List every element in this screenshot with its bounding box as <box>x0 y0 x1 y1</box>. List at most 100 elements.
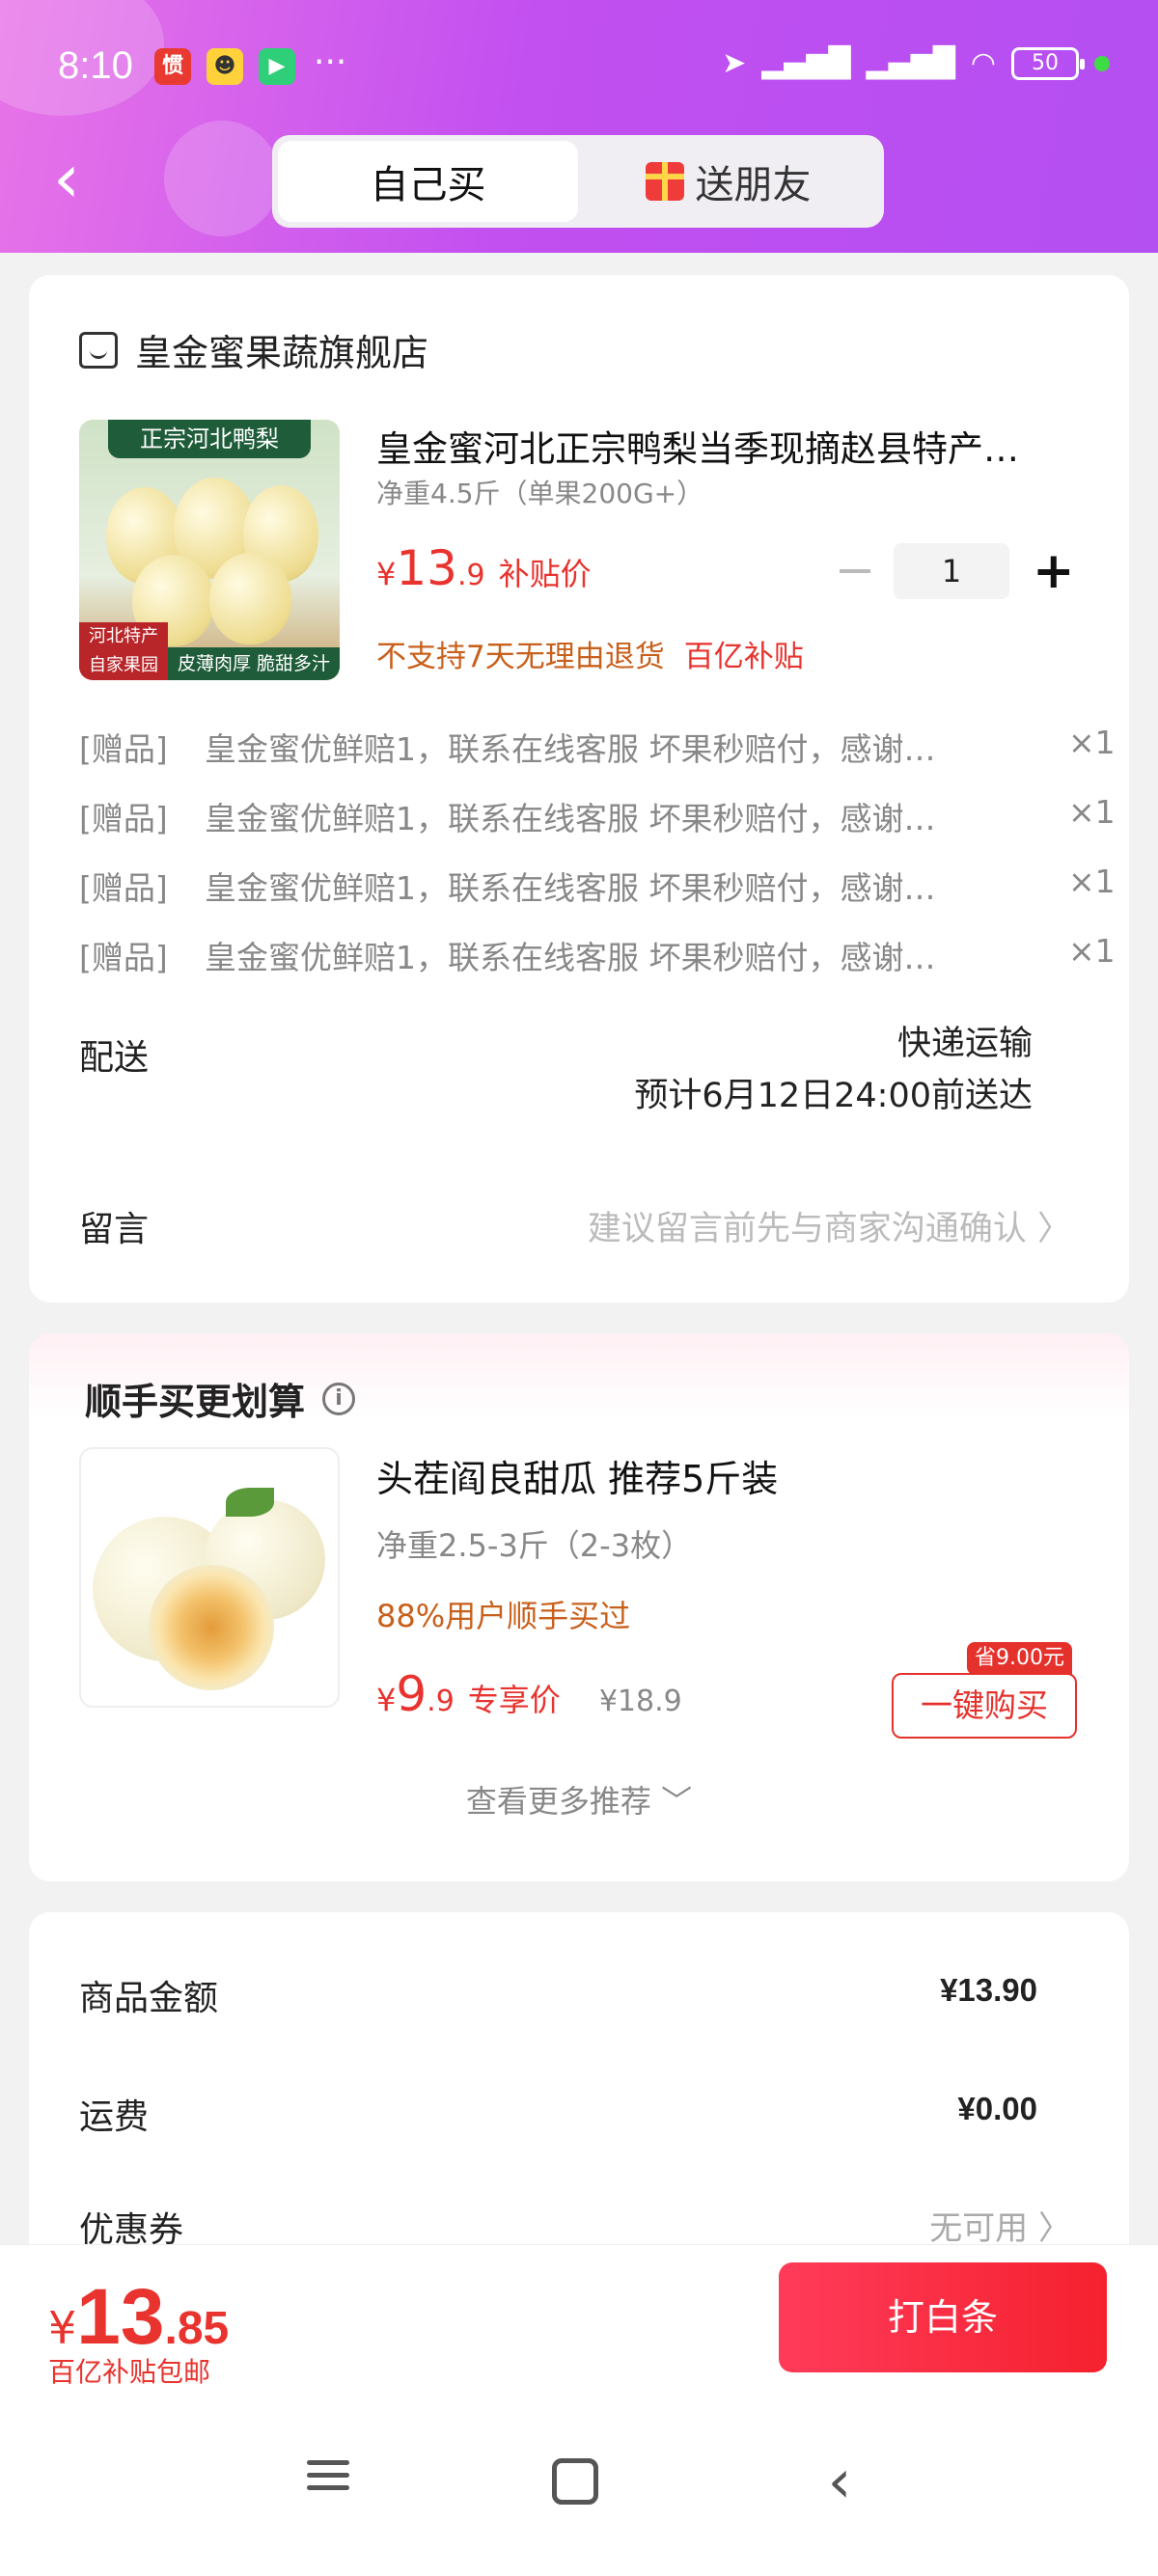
store-name: 皇金蜜果蔬旗舰店 <box>135 332 429 374</box>
gift-item: [赠品] 皇金蜜优鲜赔1，联系在线客服 坏果秒赔付，感谢… ×1 <box>79 724 1116 770</box>
product-image[interactable]: 正宗河北鸭梨 河北特产 自家果园 皮薄肉厚 脆甜多汁 <box>79 420 340 680</box>
pay-button[interactable]: 打白条 <box>779 2262 1107 2372</box>
gift-qty: ×1 <box>1068 863 1116 900</box>
original-price: ¥18.9 <box>598 1685 682 1718</box>
leaf-shape <box>226 1488 274 1517</box>
status-right: ➤ ▂▄▆█ ▂▄▆█ ◠ 50 <box>722 46 1110 80</box>
gift-tag: [赠品] <box>79 730 168 768</box>
tab-label: 自己买 <box>370 163 486 207</box>
product-title[interactable]: 皇金蜜河北正宗鸭梨当季现摘赵县特产… <box>376 420 1090 472</box>
decrease-button[interactable] <box>840 569 870 573</box>
total-price: ¥ 13 .85 <box>48 2272 229 2363</box>
gift-text: 皇金蜜优鲜赔1，联系在线客服 坏果秒赔付，感谢… <box>205 869 936 907</box>
app-notification-icon: ☻ <box>207 48 243 85</box>
message-input[interactable]: 建议留言前先与商家沟通确认 〉 <box>588 1201 1071 1250</box>
total-currency: ¥ <box>48 2302 77 2354</box>
product-price: ¥ 13 .9 补贴价 <box>376 540 592 596</box>
gift-text: 皇金蜜优鲜赔1，联系在线客服 坏果秒赔付，感谢… <box>205 730 936 768</box>
recommend-price: ¥ 9 .9 专享价 ¥18.9 <box>376 1666 682 1722</box>
gift-tag: [赠品] <box>79 869 168 907</box>
decor-bubble <box>164 121 280 236</box>
order-card: 皇金蜜果蔬旗舰店 正宗河北鸭梨 河北特产 自家果园 皮薄肉厚 脆甜多汁 皇金蜜河… <box>29 275 1129 1302</box>
more-notifications-icon: ··· <box>314 42 347 82</box>
message-label: 留言 <box>79 1210 150 1249</box>
shipping-value: ¥0.00 <box>957 2091 1037 2126</box>
location-icon: ➤ <box>722 46 747 80</box>
quantity-stepper: 1 + <box>840 543 1075 599</box>
purchase-mode-tabs: 自己买 送朋友 <box>272 135 884 228</box>
recommend-name[interactable]: 头茬阎良甜瓜 推荐5斤装 <box>376 1449 778 1502</box>
header: 8:10 惯 ☻ ▶ ··· ➤ ▂▄▆█ ▂▄▆█ ◠ 50 ‹ 自己买 送朋… <box>0 0 1158 253</box>
delivery-label: 配送 <box>79 1038 150 1078</box>
tab-gift-friend[interactable]: 送朋友 <box>578 141 878 222</box>
recommend-spec: 净重2.5-3斤（2-3枚） <box>376 1527 693 1564</box>
price-integer: 13 <box>396 540 457 596</box>
price-currency: ¥ <box>376 556 397 592</box>
save-badge: 省9.00元 <box>967 1642 1072 1675</box>
back-button[interactable]: ‹ <box>53 145 101 212</box>
coupon-selector[interactable]: 无可用 〉 <box>929 2202 1071 2249</box>
gift-qty: ×1 <box>1068 793 1116 831</box>
back-nav-icon[interactable]: ‹ <box>811 2452 868 2511</box>
checkout-bar: ¥ 13 .85 百亿补贴包邮 打白条 ‹ <box>0 2244 1158 2576</box>
one-click-buy-button[interactable]: 一键购买 <box>892 1673 1077 1739</box>
delivery-eta: 预计6月12日24:00前送达 <box>634 1077 1033 1115</box>
total-subtitle: 百亿补贴包邮 <box>48 2356 211 2388</box>
product-image-banner: 正宗河北鸭梨 <box>108 420 311 458</box>
price-label: 补贴价 <box>498 556 592 592</box>
store-icon <box>79 331 118 369</box>
app-notification-icon: 惯 <box>154 48 191 85</box>
gift-tag: [赠品] <box>79 800 168 837</box>
home-nav-icon[interactable] <box>552 2458 598 2505</box>
total-decimal: .85 <box>164 2303 230 2354</box>
recommend-note: 88%用户顺手买过 <box>376 1598 631 1634</box>
total-integer: 13 <box>76 2273 165 2361</box>
price-label: 专享价 <box>467 1682 561 1718</box>
pear-shape <box>209 553 291 644</box>
price-decimal: .9 <box>456 559 485 592</box>
product-notes: 不支持7天无理由退货 百亿补贴 <box>376 632 804 675</box>
price-currency: ¥ <box>376 1682 397 1718</box>
price-decimal: .9 <box>427 1685 455 1718</box>
more-recommend-link[interactable]: 查看更多推荐 ﹀ <box>29 1777 1129 1822</box>
shipping-label: 运费 <box>79 2097 150 2137</box>
product-image-tag: 皮薄肉厚 脆甜多汁 <box>168 647 340 680</box>
gift-text: 皇金蜜优鲜赔1，联系在线客服 坏果秒赔付，感谢… <box>205 800 936 837</box>
menu-nav-icon[interactable] <box>299 2453 357 2510</box>
subsidy-note: 百亿补贴 <box>683 640 804 674</box>
gift-qty: ×1 <box>1068 724 1116 761</box>
status-time: 8:10 <box>58 44 133 87</box>
video-app-icon: ▶ <box>259 48 295 85</box>
delivery-method: 快递运输 <box>896 1025 1033 1063</box>
gift-text: 皇金蜜优鲜赔1，联系在线客服 坏果秒赔付，感谢… <box>205 939 936 976</box>
gift-item: [赠品] 皇金蜜优鲜赔1，联系在线客服 坏果秒赔付，感谢… ×1 <box>79 863 1116 909</box>
battery-icon: 50 <box>1011 46 1085 80</box>
no-return-note: 不支持7天无理由退货 <box>376 640 665 674</box>
recommend-card: 顺手买更划算 i 头茬阎良甜瓜 推荐5斤装 净重2.5-3斤（2-3枚） 88%… <box>29 1333 1129 1881</box>
gift-item: [赠品] 皇金蜜优鲜赔1，联系在线客服 坏果秒赔付，感谢… ×1 <box>79 793 1116 839</box>
wifi-icon: ◠ <box>970 46 996 80</box>
tab-label: 送朋友 <box>695 163 812 207</box>
product-image-tag: 河北特产 自家果园 <box>79 622 168 680</box>
recommend-title-text: 顺手买更划算 <box>85 1381 306 1423</box>
gift-item: [赠品] 皇金蜜优鲜赔1，联系在线客服 坏果秒赔付，感谢… ×1 <box>79 932 1116 978</box>
price-integer: 9 <box>396 1666 427 1722</box>
signal-icon: ▂▄▆█ <box>761 46 851 80</box>
delivery-info[interactable]: 快递运输 预计6月12日24:00前送达 <box>634 1018 1033 1122</box>
quantity-input[interactable]: 1 <box>894 543 1009 599</box>
store-row[interactable]: 皇金蜜果蔬旗舰店 <box>79 323 428 376</box>
gift-icon <box>645 162 684 201</box>
melon-shape <box>149 1565 274 1690</box>
privacy-indicator-icon <box>1094 55 1110 71</box>
increase-button[interactable]: + <box>1033 546 1075 596</box>
tab-buy-self[interactable]: 自己买 <box>278 141 578 222</box>
recommend-title: 顺手买更划算 i <box>85 1372 356 1425</box>
signal-icon: ▂▄▆█ <box>866 46 955 80</box>
recommend-image[interactable] <box>79 1447 340 1708</box>
info-icon[interactable]: i <box>322 1382 356 1415</box>
status-bar: 8:10 惯 ☻ ▶ ··· ➤ ▂▄▆█ ▂▄▆█ ◠ 50 <box>0 39 1158 96</box>
gift-qty: ×1 <box>1068 932 1116 970</box>
gift-tag: [赠品] <box>79 939 168 976</box>
goods-amount-value: ¥13.90 <box>940 1972 1037 2008</box>
goods-amount-label: 商品金额 <box>79 1979 219 2018</box>
